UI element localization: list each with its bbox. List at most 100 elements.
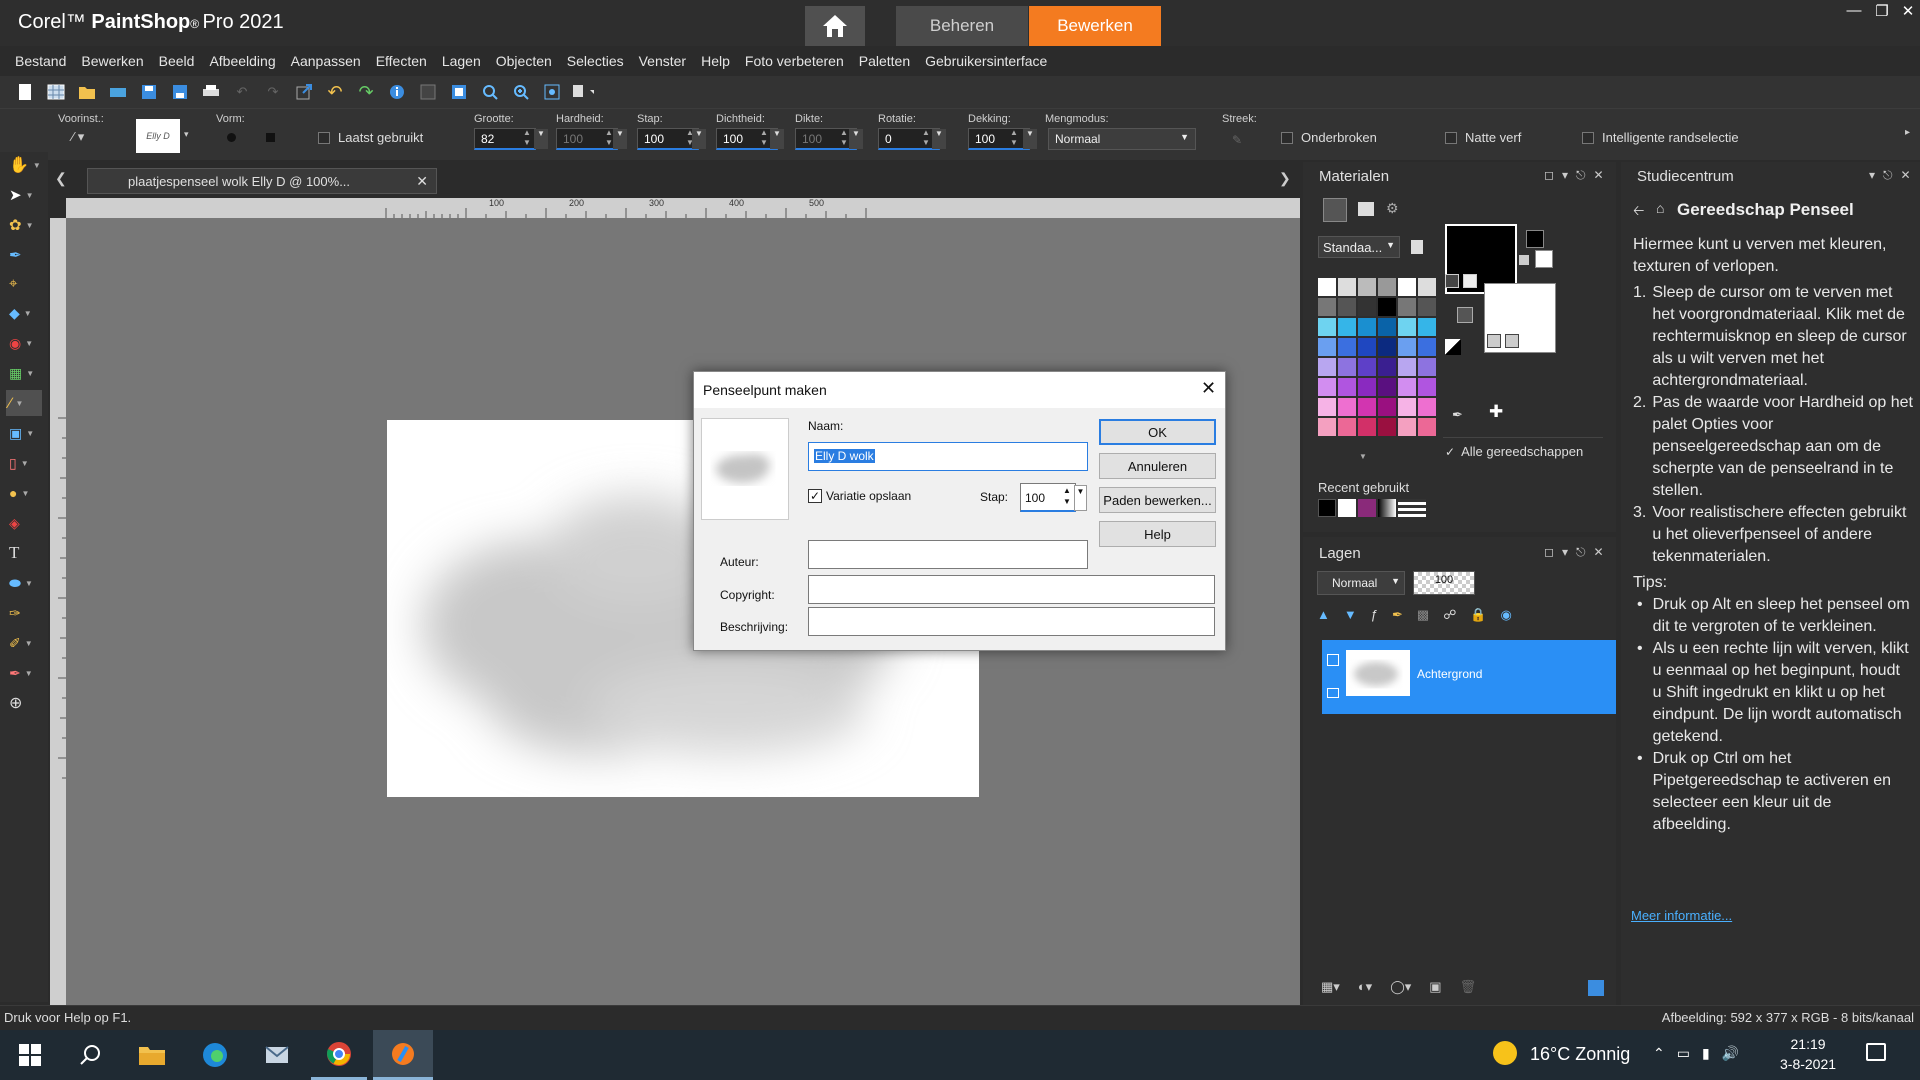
- layer-style-icon[interactable]: ◉: [1501, 607, 1512, 623]
- link-layer-icon[interactable]: ☍: [1443, 607, 1456, 623]
- recent-colors[interactable]: [1318, 499, 1426, 517]
- color-swatch[interactable]: [1378, 418, 1396, 436]
- clock[interactable]: 21:19 3-8-2021: [1780, 1034, 1836, 1074]
- shape-tool-icon[interactable]: ⬬ ▼: [6, 570, 42, 596]
- redo-icon[interactable]: ↷: [262, 81, 284, 103]
- opacity-stepper[interactable]: ▲ ▼: [1010, 128, 1018, 148]
- color-swatch[interactable]: [1378, 338, 1396, 356]
- hardness-dropdown[interactable]: ▼: [613, 129, 627, 149]
- opacity-dropdown[interactable]: ▼: [1023, 129, 1037, 149]
- color-swatch[interactable]: [1318, 358, 1336, 376]
- dodge-tool-icon[interactable]: ● ▼: [6, 480, 42, 506]
- menu-venster[interactable]: Venster: [639, 53, 686, 69]
- color-swatch[interactable]: [1378, 358, 1396, 376]
- layer-row-achtergrond[interactable]: Achtergrond: [1322, 640, 1616, 714]
- tab-scroll-left-icon[interactable]: ❮: [55, 170, 67, 187]
- chrome-browser-icon[interactable]: [311, 1030, 367, 1080]
- fit-window-icon[interactable]: [448, 81, 470, 103]
- smart-edge-checkbox[interactable]: Intelligente randselectie: [1582, 130, 1739, 145]
- swatches-view-icon[interactable]: [1323, 198, 1347, 222]
- adjustment-layer-icon[interactable]: ƒ: [1371, 607, 1378, 623]
- edit-paths-button[interactable]: Paden bewerken...: [1099, 487, 1216, 513]
- pick-tool-icon[interactable]: ➤ ▼: [6, 182, 42, 208]
- close-icon[interactable]: ✕: [1896, 2, 1920, 24]
- color-swatch[interactable]: [1398, 398, 1416, 416]
- color-swatch[interactable]: [1398, 378, 1416, 396]
- step-stepper[interactable]: ▲ ▼: [1063, 485, 1071, 507]
- replace-color-tool-icon[interactable]: ▣ ▼: [6, 420, 42, 446]
- gradient-view-icon[interactable]: [1358, 202, 1374, 216]
- visibility-eye-icon[interactable]: [1327, 688, 1339, 698]
- color-swatch[interactable]: [1338, 318, 1356, 336]
- flood-fill-tool-icon[interactable]: ◈: [6, 510, 42, 536]
- preset-brush-icon[interactable]: ∕ ▾: [72, 129, 84, 145]
- thickness-stepper[interactable]: ▲ ▼: [840, 128, 848, 148]
- menu-foto-verbeteren[interactable]: Foto verbeteren: [745, 53, 844, 69]
- fg-style-icon[interactable]: [1445, 274, 1459, 288]
- continuous-checkbox[interactable]: Onderbroken: [1281, 130, 1377, 145]
- color-swatch[interactable]: [1418, 398, 1436, 416]
- menu-lagen[interactable]: Lagen: [442, 53, 481, 69]
- tab-scroll-right-icon[interactable]: ❯: [1279, 170, 1291, 187]
- menu-help[interactable]: Help: [701, 53, 730, 69]
- color-swatch[interactable]: [1418, 378, 1436, 396]
- close-tab-icon[interactable]: ✕: [416, 173, 428, 190]
- color-swatch[interactable]: [1378, 318, 1396, 336]
- panel-controls[interactable]: ◻▾⎋✕: [1544, 168, 1612, 183]
- color-swatch[interactable]: [1318, 418, 1336, 436]
- edge-browser-icon[interactable]: [187, 1030, 243, 1080]
- new-group-icon[interactable]: ▼: [1344, 607, 1357, 623]
- volume-icon[interactable]: 🔊: [1722, 1045, 1739, 1062]
- weather-sun-icon[interactable]: [1493, 1041, 1517, 1065]
- minimize-icon[interactable]: —: [1842, 2, 1866, 24]
- chevron-down-icon[interactable]: ▾: [184, 129, 189, 140]
- save-icon[interactable]: [138, 81, 160, 103]
- step-dropdown[interactable]: ▼: [692, 129, 706, 149]
- color-swatch[interactable]: [1418, 278, 1436, 296]
- color-swatch[interactable]: [1398, 298, 1416, 316]
- color-swatch[interactable]: [1358, 318, 1376, 336]
- lasso-tool-icon[interactable]: ✿ ▼: [6, 212, 42, 238]
- grid-toggle-icon[interactable]: [417, 81, 439, 103]
- color-swatch[interactable]: [1338, 378, 1356, 396]
- arrange-icon[interactable]: [572, 81, 594, 103]
- size-stepper[interactable]: ▲ ▼: [523, 128, 531, 148]
- all-tools-checkbox[interactable]: ✓ Alle gereedschappen: [1445, 444, 1583, 459]
- color-swatch[interactable]: [1378, 278, 1396, 296]
- add-tool-icon[interactable]: ⊕: [6, 690, 42, 716]
- tray-chevron-icon[interactable]: ⌃: [1653, 1045, 1665, 1062]
- color-swatch[interactable]: [1318, 278, 1336, 296]
- color-swatch[interactable]: [1318, 298, 1336, 316]
- open-folder-icon[interactable]: [76, 81, 98, 103]
- color-swatch[interactable]: [1318, 378, 1336, 396]
- lock-layer-icon[interactable]: 🔒: [1470, 607, 1486, 623]
- density-input[interactable]: 100: [716, 128, 778, 150]
- red-eye-tool-icon[interactable]: ◉ ▼: [6, 330, 42, 356]
- color-swatch[interactable]: [1358, 398, 1376, 416]
- menu-paletten[interactable]: Paletten: [859, 53, 910, 69]
- restore-icon[interactable]: ❐: [1870, 2, 1894, 24]
- color-swatch[interactable]: [1318, 338, 1336, 356]
- menu-objecten[interactable]: Objecten: [496, 53, 552, 69]
- layer-mask-icon[interactable]: ◯▾: [1390, 979, 1411, 995]
- panel-controls[interactable]: ▾⎋✕: [1869, 168, 1919, 183]
- layer-opacity-input[interactable]: 100: [1413, 571, 1475, 595]
- warp-brush-tool-icon[interactable]: ✐ ▼: [6, 630, 42, 656]
- clone-tool-icon[interactable]: ▦ ▼: [6, 360, 42, 386]
- mail-app-icon[interactable]: [249, 1030, 305, 1080]
- file-explorer-icon[interactable]: [124, 1030, 180, 1080]
- delete-layer-icon[interactable]: 🗑: [1460, 979, 1477, 995]
- menu-bewerken[interactable]: Bewerken: [81, 53, 143, 69]
- variation-checkbox[interactable]: ✓ Variatie opslaan: [808, 489, 911, 503]
- new-layer-icon[interactable]: ▲: [1317, 607, 1330, 623]
- color-swatch[interactable]: [1338, 298, 1356, 316]
- copyright-input[interactable]: [808, 575, 1215, 604]
- zoom-out-icon[interactable]: [479, 81, 501, 103]
- pan-tool-icon[interactable]: ✋ ▼: [6, 152, 42, 178]
- color-swatch[interactable]: [1338, 418, 1356, 436]
- step-dropdown[interactable]: ▼: [1074, 485, 1087, 511]
- menu-gebruikersinterface[interactable]: Gebruikersinterface: [925, 53, 1047, 69]
- blend-mode-select[interactable]: Normaal ▼: [1048, 128, 1196, 150]
- transparent-icon[interactable]: [1457, 307, 1473, 323]
- name-input[interactable]: Elly D wolk: [808, 442, 1088, 471]
